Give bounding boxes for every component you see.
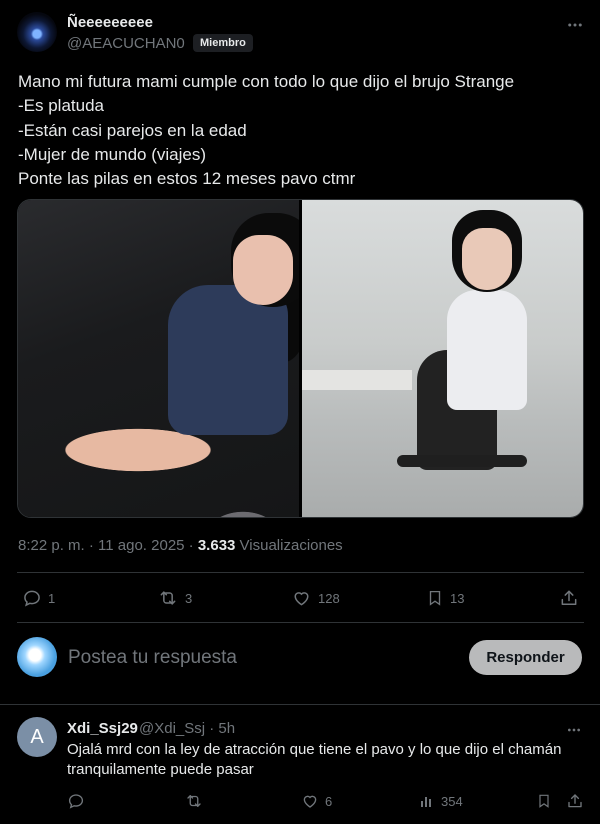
reply-author-avatar[interactable]: A <box>17 717 57 757</box>
tweet-text-line: -Están casi parejos en la edad <box>18 120 247 140</box>
photo-woman-office-chair[interactable] <box>302 200 583 517</box>
reply-views-count: 354 <box>441 793 463 809</box>
repost-count: 3 <box>185 590 193 606</box>
reply-input[interactable]: Postea tu respuesta <box>68 647 237 669</box>
reply-reply-button[interactable] <box>67 792 85 810</box>
tweet-timestamp[interactable]: 8:22 p. m. · 11 ago. 2025 · <box>18 537 198 554</box>
like-button[interactable]: 128 <box>291 588 340 608</box>
views-count: 3.633 <box>197 537 236 554</box>
tweet-text: Mano mi futura mami cumple con todo lo q… <box>18 70 583 191</box>
like-count: 128 <box>318 590 340 606</box>
more-options-icon[interactable] <box>566 16 584 34</box>
tweet-meta: 8:22 p. m. · 11 ago. 2025 · 3.633 Visual… <box>18 537 343 554</box>
divider <box>17 622 584 623</box>
reply-icon <box>67 792 85 810</box>
share-icon <box>559 588 579 608</box>
reply-count: 1 <box>48 590 56 606</box>
current-user-avatar[interactable] <box>17 637 57 677</box>
bookmark-button[interactable]: 13 <box>426 588 464 608</box>
tweet-text-line: Ponte las pilas en estos 12 meses pavo c… <box>18 169 356 189</box>
reply-action-bar: 6 354 <box>0 790 600 814</box>
reply-icon <box>22 588 42 608</box>
author-display-name[interactable]: Ñeeeeeeeee <box>67 14 153 31</box>
tweet-media <box>17 199 584 518</box>
member-badge: Miembro <box>193 34 253 52</box>
reply-author-handle[interactable]: @Xdi_Ssj · 5h <box>139 720 235 737</box>
divider <box>0 704 600 705</box>
tweet-text-line: -Es platuda <box>18 96 104 116</box>
divider <box>17 572 584 573</box>
share-button[interactable] <box>559 588 579 608</box>
reply-like-count: 6 <box>325 793 333 809</box>
views-icon <box>419 792 435 810</box>
tweet-text-line: -Mujer de mundo (viajes) <box>18 144 207 164</box>
bookmark-count: 13 <box>450 590 465 606</box>
bookmark-icon <box>536 792 552 810</box>
heart-icon <box>301 792 319 810</box>
bookmark-icon <box>426 588 444 608</box>
tweet-action-bar: 1 3 128 13 <box>0 583 600 613</box>
reply-repost-button[interactable] <box>184 792 204 810</box>
author-avatar[interactable] <box>17 12 57 52</box>
tweet-text-line: Mano mi futura mami cumple con todo lo q… <box>18 72 515 91</box>
author-handle[interactable]: @AEACUCHAN0 <box>67 35 185 52</box>
reply-like-button[interactable]: 6 <box>301 792 332 810</box>
repost-icon <box>157 588 179 608</box>
share-icon <box>566 792 584 810</box>
reply-share-button[interactable] <box>566 792 584 810</box>
heart-icon <box>291 588 312 608</box>
repost-button[interactable]: 3 <box>157 588 192 608</box>
responder-button[interactable]: Responder <box>469 640 582 675</box>
views-label: Visualizaciones <box>235 537 343 554</box>
photo-woman-on-couch[interactable] <box>18 200 299 517</box>
reply-bookmark-button[interactable] <box>536 792 552 810</box>
reply-button[interactable]: 1 <box>22 588 55 608</box>
repost-icon <box>184 792 204 810</box>
reply-views-button[interactable]: 354 <box>419 792 463 810</box>
reply-author-name[interactable]: Xdi_Ssj29 <box>67 720 138 737</box>
reply-text: Ojalá mrd con la ley de atracción que ti… <box>67 741 562 778</box>
desk-shape <box>302 370 412 390</box>
chair-shape <box>397 455 527 467</box>
reply-more-options-icon[interactable] <box>566 722 582 738</box>
